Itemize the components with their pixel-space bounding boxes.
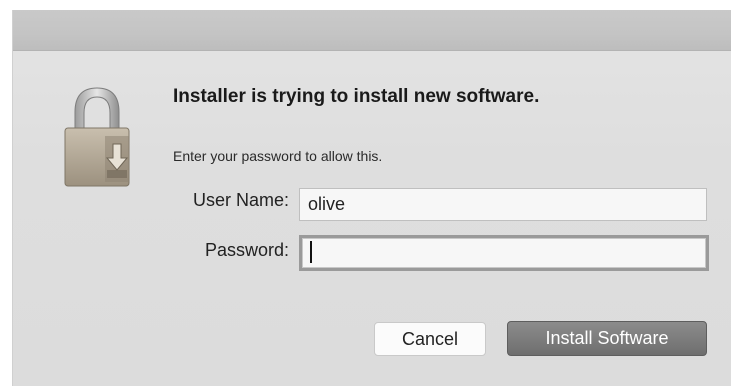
password-field[interactable] <box>299 235 709 271</box>
padlock-icon <box>64 87 130 187</box>
username-label: User Name: <box>192 190 289 210</box>
dialog-title: Installer is trying to install new softw… <box>173 86 540 107</box>
cancel-button[interactable]: Cancel <box>374 322 486 356</box>
text-caret <box>310 240 312 263</box>
screen: Installer is trying to install new softw… <box>0 0 731 387</box>
username-value: olive <box>308 194 346 214</box>
dialog-message: Enter your password to allow this. <box>173 148 383 164</box>
password-label: Password: <box>204 240 289 260</box>
username-field[interactable]: olive <box>299 188 707 221</box>
install-software-button[interactable]: Install Software <box>507 321 707 356</box>
dialog-titlebar[interactable] <box>13 10 731 51</box>
install-permission-dialog: Installer is trying to install new softw… <box>12 10 731 386</box>
